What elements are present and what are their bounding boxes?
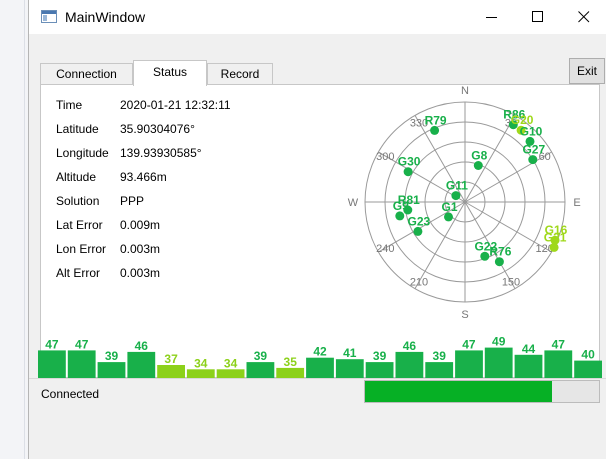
satellite-label: G23 bbox=[408, 214, 431, 228]
info-value: 2020-01-21 12:32:11 bbox=[120, 98, 231, 112]
exit-button-label: Exit bbox=[576, 64, 597, 78]
tab-connection[interactable]: Connection bbox=[40, 63, 133, 84]
snr-value-label: 37 bbox=[164, 352, 178, 366]
maximize-icon bbox=[532, 11, 543, 22]
info-key: Time bbox=[56, 98, 83, 112]
info-key: Longitude bbox=[56, 146, 109, 160]
satellite-label: G8 bbox=[471, 149, 487, 163]
snr-value-label: 47 bbox=[552, 337, 566, 351]
snr-bar bbox=[574, 360, 602, 378]
compass-label-s: S bbox=[461, 309, 468, 321]
snr-value-label: 34 bbox=[224, 356, 238, 370]
satellite-label: G9 bbox=[393, 199, 409, 213]
snr-bar bbox=[335, 359, 364, 378]
snr-bar bbox=[276, 367, 305, 379]
snr-value-label: 49 bbox=[492, 335, 506, 349]
progress-bar bbox=[364, 380, 600, 403]
strip-divider bbox=[24, 0, 25, 459]
snr-bar bbox=[157, 365, 185, 378]
tab-record-label: Record bbox=[220, 67, 260, 81]
snr-bar bbox=[306, 357, 334, 378]
info-value: 35.90304076° bbox=[120, 122, 195, 136]
snr-value-label: 42 bbox=[313, 345, 327, 359]
satellite-label: G10 bbox=[520, 124, 543, 138]
compass-label-w: W bbox=[348, 197, 359, 209]
snr-bar bbox=[216, 369, 245, 378]
snr-value-label: 39 bbox=[373, 349, 387, 363]
close-icon bbox=[578, 11, 590, 23]
snr-bar bbox=[484, 347, 513, 378]
snr-value-label: 46 bbox=[403, 339, 417, 353]
connection-status: Connected bbox=[41, 387, 100, 401]
compass-label-n: N bbox=[461, 86, 469, 97]
info-value: 93.466m bbox=[120, 170, 167, 184]
snr-value-label: 34 bbox=[194, 356, 208, 370]
minimize-icon bbox=[486, 17, 497, 18]
snr-value-label: 40 bbox=[581, 348, 595, 362]
info-key: Lat Error bbox=[56, 218, 103, 232]
title-bar: MainWindow bbox=[29, 0, 606, 34]
info-key: Alt Error bbox=[56, 266, 101, 280]
snr-bar bbox=[97, 362, 126, 378]
info-value: 0.009m bbox=[120, 218, 161, 232]
snr-bar bbox=[67, 350, 96, 378]
snr-bar bbox=[246, 362, 275, 378]
azimuth-label: 240 bbox=[376, 243, 394, 255]
satellite-label: G22 bbox=[474, 239, 497, 253]
tab-status[interactable]: Status bbox=[133, 60, 207, 86]
azimuth-label: 210 bbox=[410, 277, 428, 289]
snr-value-label: 39 bbox=[105, 349, 119, 363]
info-value: 0.003m bbox=[120, 242, 161, 256]
satellite-label: G1 bbox=[441, 200, 457, 214]
window-title: MainWindow bbox=[65, 9, 146, 25]
snr-bar bbox=[455, 350, 483, 378]
snr-value-label: 39 bbox=[254, 349, 268, 363]
snr-value-label: 47 bbox=[75, 337, 89, 351]
sky-plot: NESW3060120150210240300330R79R86G20G10G3… bbox=[348, 86, 581, 321]
satellite-label: G30 bbox=[398, 155, 421, 169]
info-value: PPP bbox=[120, 194, 145, 208]
snr-bar bbox=[127, 351, 156, 378]
compass-label-e: E bbox=[573, 197, 580, 209]
snr-value-label: 47 bbox=[462, 337, 476, 351]
snr-bar bbox=[395, 351, 424, 378]
info-value: 0.003m bbox=[120, 266, 161, 280]
app-window-icon bbox=[41, 10, 57, 23]
azimuth-label: 300 bbox=[376, 151, 394, 163]
satellite-label: G21 bbox=[544, 230, 567, 244]
azimuth-label: 150 bbox=[502, 277, 520, 289]
snr-bar bbox=[38, 350, 66, 378]
snr-value-label: 46 bbox=[135, 339, 149, 353]
snr-bar bbox=[425, 362, 454, 378]
snr-bar bbox=[365, 362, 394, 378]
snr-value-label: 41 bbox=[343, 346, 357, 360]
snr-bar bbox=[544, 350, 573, 378]
tab-status-label: Status bbox=[152, 65, 188, 79]
progress-bar-fill bbox=[365, 381, 552, 402]
close-button[interactable] bbox=[561, 0, 606, 34]
minimize-button[interactable] bbox=[469, 0, 515, 34]
info-key: Altitude bbox=[56, 170, 97, 184]
main-window: MainWindow Connection Status Record Exit… bbox=[28, 0, 606, 459]
info-key: Latitude bbox=[56, 122, 99, 136]
satellite-label: G27 bbox=[522, 143, 545, 157]
snr-value-label: 44 bbox=[522, 342, 536, 356]
snr-value-label: 47 bbox=[45, 337, 59, 351]
status-bar-divider bbox=[29, 378, 606, 379]
tab-record[interactable]: Record bbox=[207, 63, 273, 84]
tab-connection-label: Connection bbox=[56, 67, 117, 81]
background-app-strip bbox=[0, 0, 28, 459]
exit-button[interactable]: Exit bbox=[569, 58, 605, 84]
info-key: Solution bbox=[56, 194, 100, 208]
snr-value-label: 39 bbox=[433, 349, 447, 363]
maximize-button[interactable] bbox=[515, 0, 561, 34]
snr-value-label: 35 bbox=[284, 355, 298, 369]
info-value: 139.93930585° bbox=[120, 146, 202, 160]
snr-bar bbox=[186, 369, 215, 378]
satellite-label: G11 bbox=[446, 179, 468, 193]
satellite-label: R79 bbox=[425, 113, 447, 127]
snr-bar bbox=[514, 354, 543, 378]
info-key: Lon Error bbox=[56, 242, 107, 256]
